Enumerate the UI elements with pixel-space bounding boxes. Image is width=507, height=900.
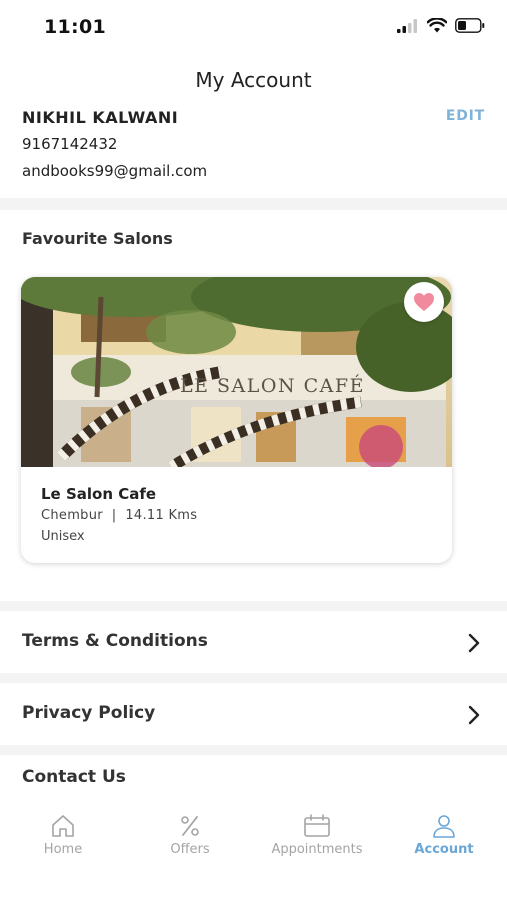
cellular-signal-icon: [397, 18, 417, 33]
battery-icon: [455, 18, 485, 33]
page-title: My Account: [195, 68, 312, 92]
menu-item-label: Contact Us: [22, 767, 126, 787]
salon-card[interactable]: LE SALON CAFÉ Le Salon Cafe Chembur | 14…: [21, 277, 452, 563]
user-icon: [433, 815, 455, 838]
menu-item-label: Terms & Conditions: [22, 631, 208, 651]
calendar-icon: [304, 814, 330, 837]
salon-name: Le Salon Cafe: [41, 485, 157, 503]
menu-item-terms[interactable]: Terms & Conditions: [0, 611, 507, 673]
tab-label: Offers: [170, 842, 210, 857]
wifi-icon: [427, 18, 447, 33]
section-divider: [0, 745, 507, 755]
salon-type: Unisex: [41, 529, 85, 544]
tab-account[interactable]: Account: [381, 814, 507, 857]
bottom-tab-bar: Home Offers Appointments Account: [0, 806, 507, 900]
favourite-heart-button[interactable]: [404, 282, 444, 322]
home-icon: [52, 815, 74, 837]
status-bar: 11:01: [0, 0, 507, 52]
edit-profile-button[interactable]: EDIT: [446, 108, 485, 124]
section-divider: [0, 673, 507, 683]
salon-image: LE SALON CAFÉ: [21, 277, 452, 467]
tab-offers[interactable]: Offers: [127, 814, 253, 857]
salon-location-distance: Chembur | 14.11 Kms: [41, 508, 198, 523]
tab-home[interactable]: Home: [0, 814, 126, 857]
tab-label: Account: [414, 842, 474, 857]
menu-item-label: Privacy Policy: [22, 703, 156, 723]
section-divider: [0, 601, 507, 611]
status-time: 11:01: [44, 16, 106, 38]
menu-item-contact[interactable]: Contact Us: [0, 755, 507, 806]
menu-item-privacy[interactable]: Privacy Policy: [0, 683, 507, 745]
section-divider: [0, 198, 507, 210]
tab-appointments[interactable]: Appointments: [254, 814, 380, 857]
profile-section: NIKHIL KALWANI EDIT 9167142432 andbooks9…: [0, 100, 507, 200]
chevron-right-icon: [468, 633, 480, 653]
percent-icon: [181, 816, 199, 836]
tab-label: Home: [43, 842, 83, 857]
status-icons: [397, 18, 485, 33]
profile-phone: 9167142432: [22, 135, 118, 153]
profile-email: andbooks99@gmail.com: [22, 162, 208, 180]
heart-icon: [414, 293, 434, 311]
chevron-right-icon: [468, 705, 480, 725]
tab-label: Appointments: [271, 842, 363, 857]
profile-name: NIKHIL KALWANI: [22, 108, 179, 127]
salon-sign-text: LE SALON CAFÉ: [180, 374, 365, 397]
favourite-salons-heading: Favourite Salons: [22, 229, 173, 248]
